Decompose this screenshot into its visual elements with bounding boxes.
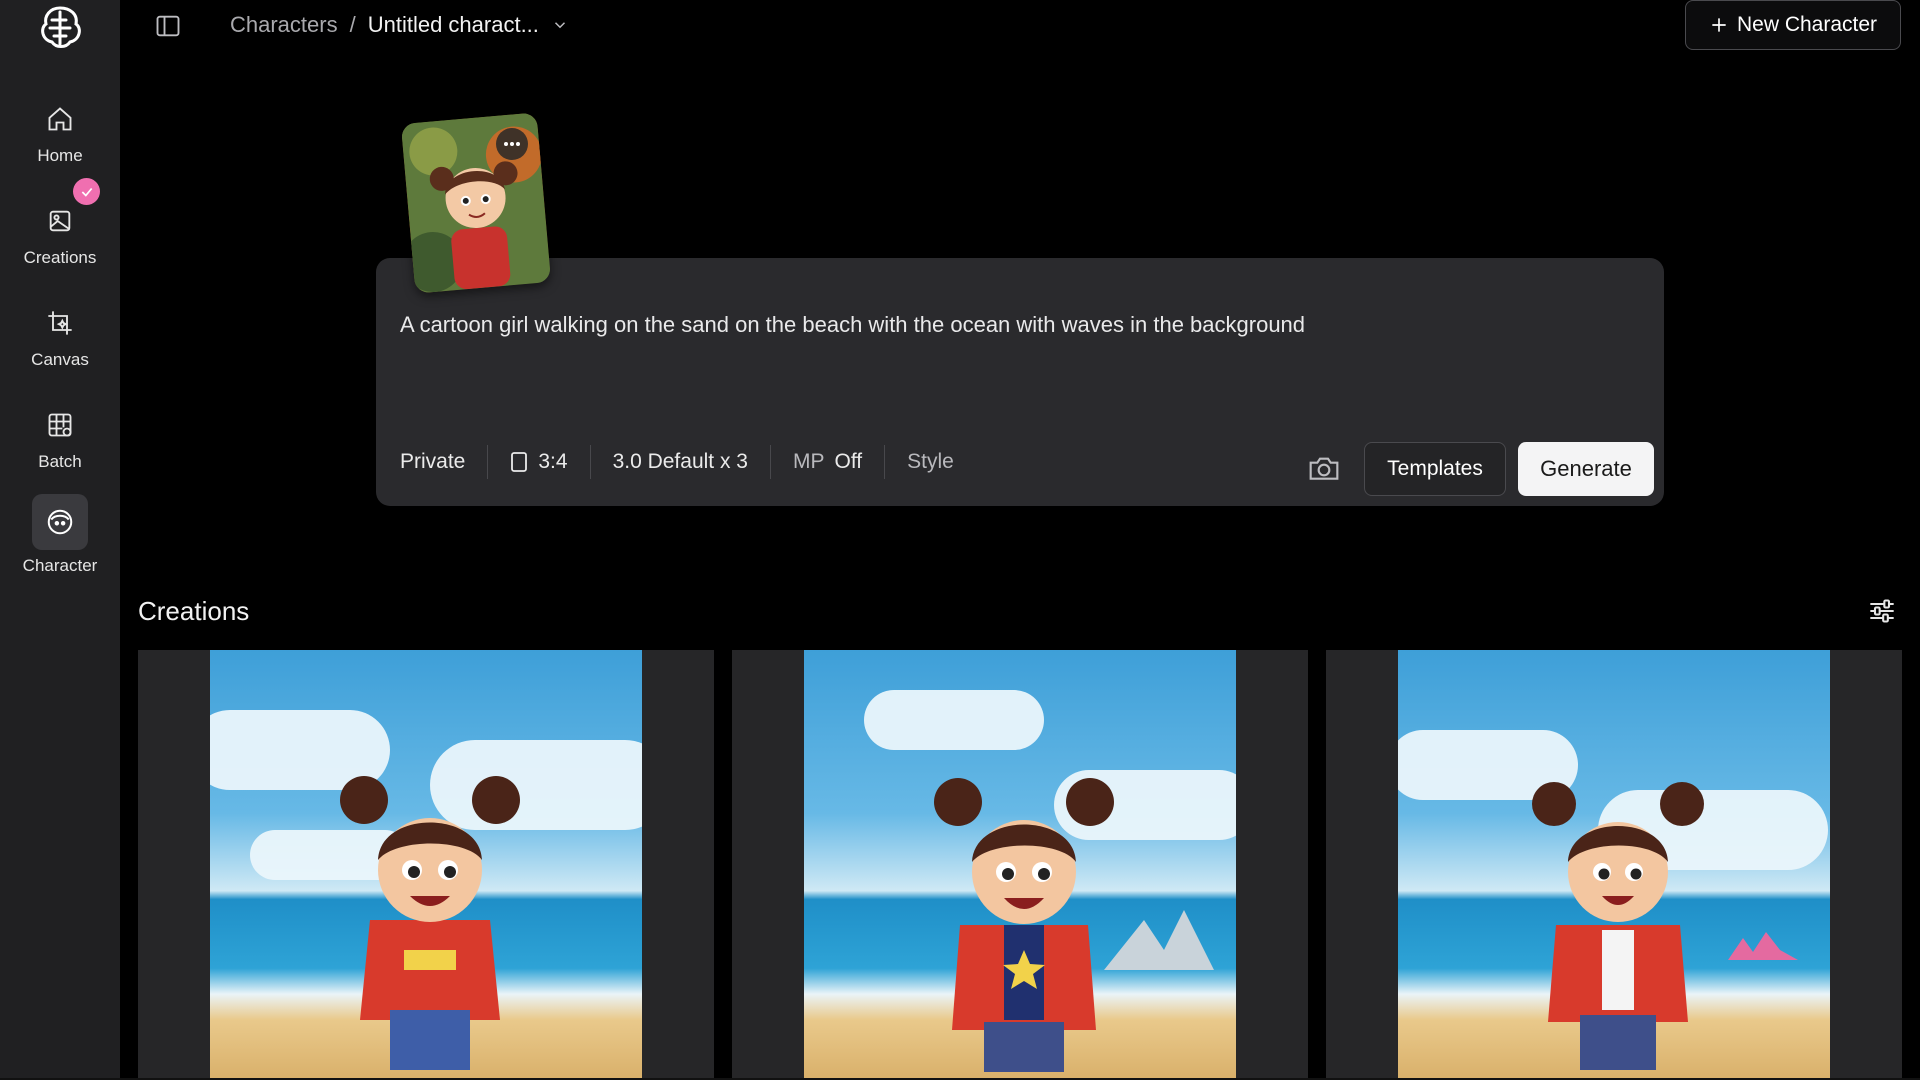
model-selector[interactable]: 3.0 Default x 3 (591, 450, 770, 474)
sidebar-item-canvas[interactable]: Canvas (10, 302, 110, 392)
mp-label: MP (792, 450, 825, 473)
section-title: Creations (138, 596, 250, 626)
image-icon (39, 200, 81, 242)
character-avatar-image (400, 112, 552, 294)
character-icon (32, 494, 88, 550)
breadcrumb-characters-link[interactable]: Characters (230, 12, 338, 38)
style-selector[interactable]: Style (885, 450, 976, 474)
sidebar-item-label: Creations (23, 248, 97, 267)
portrait-ratio-icon (511, 452, 528, 472)
creation-card[interactable] (1326, 650, 1902, 1080)
prompt-panel: A cartoon girl walking on the sand on th… (376, 258, 1664, 506)
new-character-button[interactable]: New Character (1685, 0, 1901, 50)
visibility-toggle[interactable]: Private (400, 450, 487, 474)
creation-image (1398, 650, 1830, 1080)
sidebar-toggle-icon[interactable] (154, 12, 182, 40)
aspect-ratio-selector[interactable]: 3:4 (488, 450, 589, 474)
model-label: 3.0 Default x 3 (612, 450, 748, 473)
new-character-label: New Character (1736, 13, 1878, 36)
plus-icon (1712, 18, 1726, 32)
breadcrumb-current[interactable]: Untitled charact... (368, 12, 539, 38)
creation-image (804, 650, 1236, 1080)
character-avatar[interactable] (400, 112, 552, 294)
templates-button[interactable]: Templates (1364, 442, 1506, 496)
aspect-ratio-label: 3:4 (538, 450, 568, 473)
sidebar-item-label: Character (22, 556, 98, 575)
canvas-icon (39, 302, 81, 344)
prompt-toolbar: Private 3:4 3.0 Default x 3 MP Off Style (400, 444, 976, 480)
sidebar-item-batch[interactable]: Batch (10, 404, 110, 494)
sidebar-item-creations[interactable]: Creations (10, 200, 110, 290)
mp-value: Off (834, 450, 863, 473)
creation-image (210, 650, 642, 1080)
filter-sliders-icon[interactable] (1868, 598, 1896, 624)
creation-card[interactable] (732, 650, 1308, 1080)
generate-button[interactable]: Generate (1518, 442, 1654, 496)
breadcrumb-separator: / (349, 12, 356, 37)
home-icon (39, 98, 81, 140)
batch-icon (39, 404, 81, 446)
sidebar-item-label: Batch (38, 452, 82, 471)
style-label: Style (907, 450, 954, 473)
sidebar: Home Creations Canvas Batch Character (0, 0, 120, 1080)
sidebar-item-label: Home (37, 146, 83, 165)
sidebar-item-home[interactable]: Home (10, 98, 110, 188)
creation-card[interactable] (138, 650, 714, 1080)
breadcrumb: Characters / Untitled charact... (230, 12, 569, 38)
visibility-label: Private (400, 450, 466, 473)
prompt-input[interactable]: A cartoon girl walking on the sand on th… (400, 312, 1305, 338)
chevron-down-icon[interactable] (551, 16, 569, 34)
sidebar-item-label: Canvas (31, 350, 89, 369)
camera-icon[interactable] (1308, 454, 1340, 482)
mp-toggle[interactable]: MP Off (771, 450, 884, 474)
more-options-icon[interactable] (496, 128, 528, 160)
sidebar-item-character[interactable]: Character (10, 494, 110, 588)
app-logo-icon[interactable] (36, 2, 84, 52)
